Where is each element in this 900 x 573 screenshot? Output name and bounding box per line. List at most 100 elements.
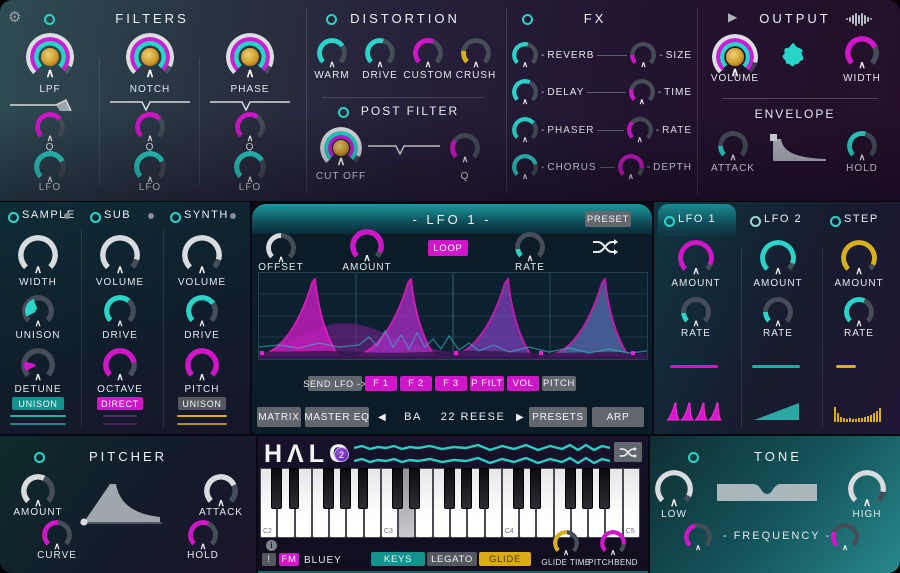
synth-mode-button[interactable]: UNISON xyxy=(178,397,226,410)
black-key[interactable] xyxy=(479,468,490,509)
lfo1-saw-icon[interactable] xyxy=(667,400,722,422)
send-target-pfilt[interactable]: P FILT xyxy=(470,376,504,391)
black-key[interactable] xyxy=(358,468,369,509)
filter-lfo-knob[interactable]: ∧ xyxy=(34,151,66,183)
sub-mode-button[interactable]: DIRECT xyxy=(97,397,143,410)
black-key[interactable] xyxy=(289,468,300,509)
pitcher-curve-knob[interactable]: ∧ xyxy=(42,520,72,550)
presets-button[interactable]: PRESETS xyxy=(529,407,587,427)
sub-drive-knob[interactable]: ∧ xyxy=(104,295,136,327)
lfo-amount-knob[interactable]: ∧ xyxy=(350,229,384,263)
tab-lfo1[interactable]: LFO 1 xyxy=(658,204,736,238)
pitcher-amount-knob[interactable]: ∧ xyxy=(21,474,55,508)
lfo2-power-icon[interactable] xyxy=(750,216,761,227)
tone-freq-low-knob[interactable]: ∧ xyxy=(684,523,712,551)
post-filter-q-knob[interactable]: ∧ xyxy=(450,133,480,163)
black-key[interactable] xyxy=(444,468,455,509)
sub-power-icon[interactable] xyxy=(90,212,101,223)
tone-low-knob[interactable]: ∧ xyxy=(655,470,693,508)
step-amount-knob[interactable]: ∧ xyxy=(841,240,877,276)
send-target-f1[interactable]: F 1 xyxy=(365,376,397,391)
offset-knob[interactable]: ∧ xyxy=(266,233,296,263)
synth-volume-knob[interactable]: ∧ xyxy=(182,235,222,275)
lfo2-rate-knob[interactable]: ∧ xyxy=(763,297,793,327)
fm-button[interactable]: FM xyxy=(279,553,299,566)
step-bars-icon[interactable] xyxy=(834,400,882,422)
synth-indicator-dot[interactable] xyxy=(230,213,236,219)
info-icon[interactable]: i xyxy=(266,540,277,551)
fx-power-icon[interactable] xyxy=(522,14,533,25)
sub-volume-knob[interactable]: ∧ xyxy=(100,235,140,275)
delay-knob[interactable]: ∧ xyxy=(512,79,538,105)
lfo1-rate-knob[interactable]: ∧ xyxy=(681,297,711,327)
notch-cutoff-knob[interactable]: ∧ xyxy=(126,33,174,81)
reverb-knob[interactable]: ∧ xyxy=(512,42,538,68)
pitcher-attack-knob[interactable]: ∧ xyxy=(204,474,238,508)
lfo2-ramp-icon[interactable] xyxy=(754,400,799,422)
master-eq-button[interactable]: MASTER EQ xyxy=(305,407,369,427)
phaser-knob[interactable]: ∧ xyxy=(512,117,538,143)
black-key[interactable] xyxy=(582,468,593,509)
pitchbend-knob[interactable]: ∧ xyxy=(600,530,626,556)
width-knob[interactable]: ∧ xyxy=(845,36,879,70)
tone-freq-high-knob[interactable]: ∧ xyxy=(831,523,859,551)
play-icon[interactable]: ▶ xyxy=(728,11,737,23)
send-target-vol[interactable]: VOL xyxy=(507,376,539,391)
lpf-cutoff-knob[interactable]: ∧ xyxy=(26,33,74,81)
black-key[interactable] xyxy=(530,468,541,509)
keys-button[interactable]: KEYS xyxy=(371,552,425,566)
black-key[interactable] xyxy=(409,468,420,509)
glide-time-knob[interactable]: ∧ xyxy=(553,530,579,556)
step-rate-knob[interactable]: ∧ xyxy=(844,297,874,327)
filter-lfo-knob[interactable]: ∧ xyxy=(134,151,166,183)
black-key[interactable] xyxy=(461,468,472,509)
black-key[interactable] xyxy=(599,468,610,509)
lfo2-amount-knob[interactable]: ∧ xyxy=(760,240,796,276)
size-knob[interactable]: ∧ xyxy=(630,42,656,68)
custom-knob[interactable]: ∧ xyxy=(413,38,443,68)
step-power-icon[interactable] xyxy=(830,216,841,227)
tone-power-icon[interactable] xyxy=(688,452,699,463)
black-key[interactable] xyxy=(340,468,351,509)
filter-q-knob[interactable]: ∧ xyxy=(135,112,165,142)
legato-button[interactable]: LEGATO xyxy=(427,552,477,566)
filter-q-knob[interactable]: ∧ xyxy=(35,112,65,142)
black-key[interactable] xyxy=(323,468,334,509)
next-preset-arrow[interactable]: ▶ xyxy=(516,413,524,423)
matrix-button[interactable]: MATRIX xyxy=(257,407,301,427)
sample-mode-button[interactable]: UNISON xyxy=(12,397,64,410)
tab-step[interactable]: STEP xyxy=(844,213,879,225)
lfo1-amount-knob[interactable]: ∧ xyxy=(678,240,714,276)
send-target-f2[interactable]: F 2 xyxy=(400,376,432,391)
send-target-f3[interactable]: F 3 xyxy=(435,376,467,391)
lfo1-power-icon[interactable] xyxy=(664,216,675,227)
phase-cutoff-knob[interactable]: ∧ xyxy=(226,33,274,81)
synth-drive-knob[interactable]: ∧ xyxy=(186,295,218,327)
black-key[interactable] xyxy=(513,468,524,509)
sample-detune-knob[interactable]: ∧ xyxy=(21,348,55,382)
filter-q-knob[interactable]: ∧ xyxy=(235,112,265,142)
depth-knob[interactable]: ∧ xyxy=(618,154,644,180)
prev-preset-arrow[interactable]: ◀ xyxy=(378,413,386,423)
randomize-button[interactable] xyxy=(614,442,642,462)
synth-pitch-knob[interactable]: ∧ xyxy=(185,348,219,382)
tone-high-knob[interactable]: ∧ xyxy=(848,470,886,508)
shuffle-icon[interactable] xyxy=(592,238,618,256)
rate-knob[interactable]: ∧ xyxy=(627,117,653,143)
pitcher-power-icon[interactable] xyxy=(34,452,45,463)
time-knob[interactable]: ∧ xyxy=(629,79,655,105)
sub-octave-knob[interactable]: ∧ xyxy=(103,348,137,382)
sample-indicator-dot[interactable] xyxy=(64,213,70,219)
white-key[interactable]: C5 xyxy=(623,468,640,538)
filter-lfo-knob[interactable]: ∧ xyxy=(234,151,266,183)
send-target-pitch[interactable]: PITCH xyxy=(542,376,576,391)
chorus-knob[interactable]: ∧ xyxy=(512,154,538,180)
post-filter-power-icon[interactable] xyxy=(338,107,349,118)
distortion-power-icon[interactable] xyxy=(326,14,337,25)
preset-button[interactable]: PRESET xyxy=(585,211,631,227)
sample-power-icon[interactable] xyxy=(8,212,19,223)
glide-button[interactable]: GLIDE xyxy=(479,552,531,566)
lfo-rate-knob[interactable]: ∧ xyxy=(515,232,545,262)
pitcher-hold-knob[interactable]: ∧ xyxy=(188,520,218,550)
arp-button[interactable]: ARP xyxy=(592,407,644,427)
